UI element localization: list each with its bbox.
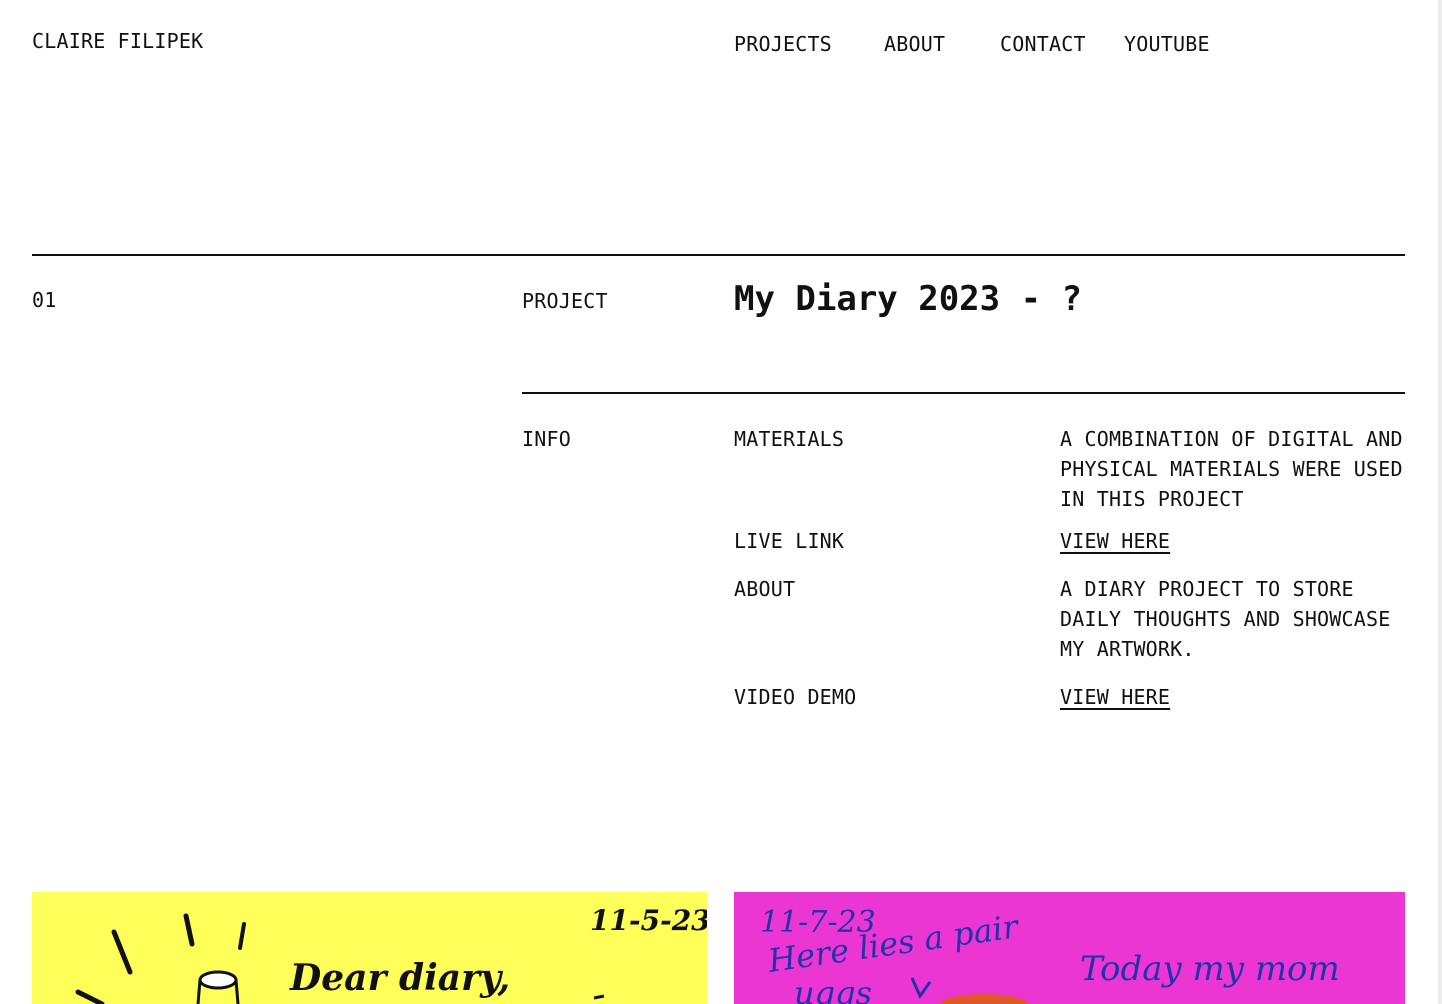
- ray-stroke: [183, 913, 195, 947]
- live-link-key: LIVE LINK: [734, 529, 845, 553]
- live-link[interactable]: VIEW HERE: [1060, 526, 1170, 556]
- uggs-drawing: [940, 994, 1028, 1004]
- nav-about[interactable]: ABOUT: [884, 29, 945, 59]
- materials-value: A COMBINATION OF DIGITAL AND PHYSICAL MA…: [1060, 427, 1403, 511]
- site-logo[interactable]: CLAIRE FILIPEK: [32, 26, 203, 56]
- ray-stroke: [111, 929, 133, 975]
- diary-image-yellow[interactable]: 11-5-23 Dear diary,: [32, 892, 707, 1004]
- video-demo-key: VIDEO DEMO: [734, 685, 857, 709]
- jar-icon: [198, 970, 238, 990]
- diary-date-left: 11-5-23: [590, 904, 707, 937]
- project-label: PROJECT: [522, 289, 608, 313]
- video-demo-link[interactable]: VIEW HERE: [1060, 682, 1170, 712]
- info-label: INFO: [522, 427, 571, 451]
- diary-heading-left: Dear diary,: [289, 957, 510, 999]
- info-divider: [522, 392, 1405, 394]
- diary-drawing-magenta: 11-7-23 Here lies a pair uggs Today my m…: [760, 905, 1340, 1004]
- arrow-down-icon: [910, 977, 932, 1000]
- project-title: My Diary 2023 - ?: [734, 279, 1082, 319]
- nav-youtube[interactable]: YOUTUBE: [1124, 29, 1210, 59]
- section-divider: [32, 254, 1405, 256]
- diary-drawing-yellow: 11-5-23 Dear diary,: [75, 904, 707, 1004]
- ray-stroke: [238, 922, 246, 950]
- materials-key: MATERIALS: [734, 427, 845, 451]
- nav-projects[interactable]: PROJECTS: [734, 29, 832, 59]
- scrollbar[interactable]: [1438, 0, 1442, 1004]
- diary-line-right-3: Today my mom: [1080, 949, 1340, 989]
- diary-image-magenta[interactable]: 11-7-23 Here lies a pair uggs Today my m…: [734, 892, 1405, 1004]
- project-number: 01: [32, 288, 57, 312]
- diary-line-right-2: uggs: [794, 974, 872, 1004]
- ray-stroke: [75, 989, 105, 1004]
- about-key: ABOUT: [734, 577, 796, 601]
- ink-mark: [593, 994, 605, 1000]
- about-value: A DIARY PROJECT TO STORE DAILY THOUGHTS …: [1060, 577, 1391, 661]
- nav-contact[interactable]: CONTACT: [1000, 29, 1086, 59]
